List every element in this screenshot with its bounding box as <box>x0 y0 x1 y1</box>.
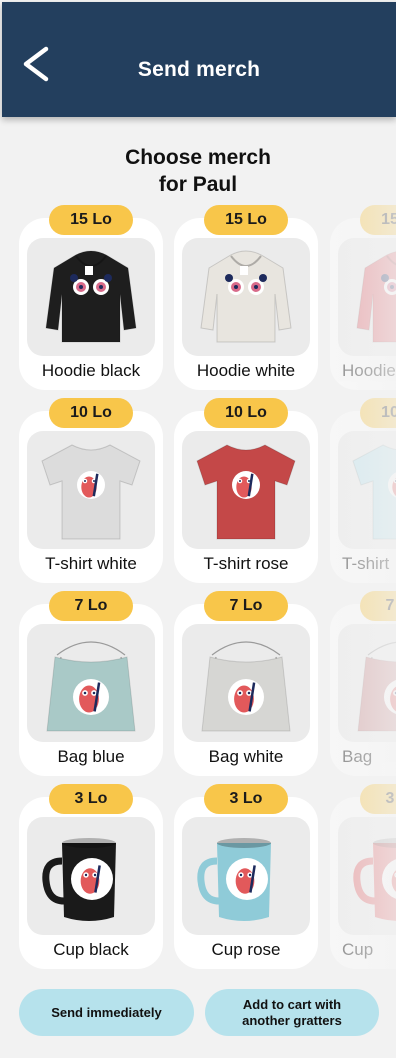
tshirt-illustration <box>41 444 141 540</box>
merch-card[interactable]: 15 Lo Hoodie <box>330 205 396 390</box>
product-image <box>182 817 310 935</box>
bag-illustration <box>201 641 291 732</box>
product-name: Hoodie black <box>41 361 141 380</box>
product-name: Bag white <box>208 747 284 766</box>
merch-card[interactable]: 10 Lo T-shirt rose <box>174 398 318 583</box>
merch-card[interactable]: 7 Lo Bag blue <box>19 591 163 776</box>
price-badge: 15 Lo <box>204 205 288 235</box>
price-badge: 10 Lo <box>360 398 396 428</box>
bag-illustration <box>46 641 136 732</box>
product-image <box>338 817 396 935</box>
merch-card[interactable]: 7 Lo Bag white <box>174 591 318 776</box>
price-badge: 3 Lo <box>204 784 288 814</box>
price-badge: 10 Lo <box>204 398 288 428</box>
product-image <box>182 431 310 549</box>
merch-card[interactable]: 10 Lo T-shirt <box>330 398 396 583</box>
product-name: Cup <box>342 940 374 959</box>
price-badge: 3 Lo <box>360 784 396 814</box>
product-image <box>182 624 310 742</box>
hoodie-illustration <box>356 251 396 343</box>
price-badge: 7 Lo <box>49 591 133 621</box>
price-badge: 7 Lo <box>204 591 288 621</box>
merch-card[interactable]: 15 Lo Hoodie black <box>19 205 163 390</box>
product-name: Hoodie white <box>196 361 296 380</box>
product-name: T-shirt <box>342 554 390 573</box>
product-image <box>182 238 310 356</box>
product-image <box>27 238 155 356</box>
merch-grid: 15 Lo Hoodie black 15 Lo Hoodie white 15 L… <box>0 0 396 1058</box>
product-image <box>338 238 396 356</box>
product-image <box>338 431 396 549</box>
product-name: Cup rose <box>211 940 281 959</box>
price-badge: 15 Lo <box>49 205 133 235</box>
hoodie-illustration <box>200 250 292 343</box>
send-immediately-button[interactable]: Send immediately <box>19 989 194 1036</box>
product-name: T-shirt white <box>45 554 137 573</box>
product-name: Hoodie <box>342 361 396 380</box>
product-name: Bag blue <box>57 747 125 766</box>
add-to-cart-button[interactable]: Add to cart with another gratters <box>205 989 379 1036</box>
app-screen: Send merch Choose merch for Paul 15 Lo Ho… <box>0 0 396 1058</box>
merch-card[interactable]: 3 Lo Cup rose <box>174 784 318 969</box>
price-badge: 10 Lo <box>49 398 133 428</box>
merch-card[interactable]: 15 Lo Hoodie white <box>174 205 318 390</box>
merch-card[interactable]: 3 Lo Cup black <box>19 784 163 969</box>
cup-illustration <box>353 838 396 921</box>
product-image <box>27 817 155 935</box>
product-image <box>27 624 155 742</box>
price-badge: 7 Lo <box>360 591 396 621</box>
merch-card[interactable]: 10 Lo T-shirt white <box>19 398 163 583</box>
price-badge: 3 Lo <box>49 784 133 814</box>
product-name: Bag <box>342 747 373 766</box>
product-name: Cup black <box>53 940 129 959</box>
product-image <box>27 431 155 549</box>
merch-card[interactable]: 3 Lo Cup <box>330 784 396 969</box>
cup-illustration <box>197 838 271 921</box>
bag-illustration <box>357 641 396 732</box>
product-name: T-shirt rose <box>203 554 289 573</box>
price-badge: 15 Lo <box>360 205 396 235</box>
product-image <box>338 624 396 742</box>
tshirt-illustration <box>352 444 396 540</box>
tshirt-illustration <box>196 444 296 540</box>
merch-card[interactable]: 7 Lo Bag <box>330 591 396 776</box>
cup-illustration <box>42 838 116 921</box>
hoodie-illustration <box>45 250 137 343</box>
